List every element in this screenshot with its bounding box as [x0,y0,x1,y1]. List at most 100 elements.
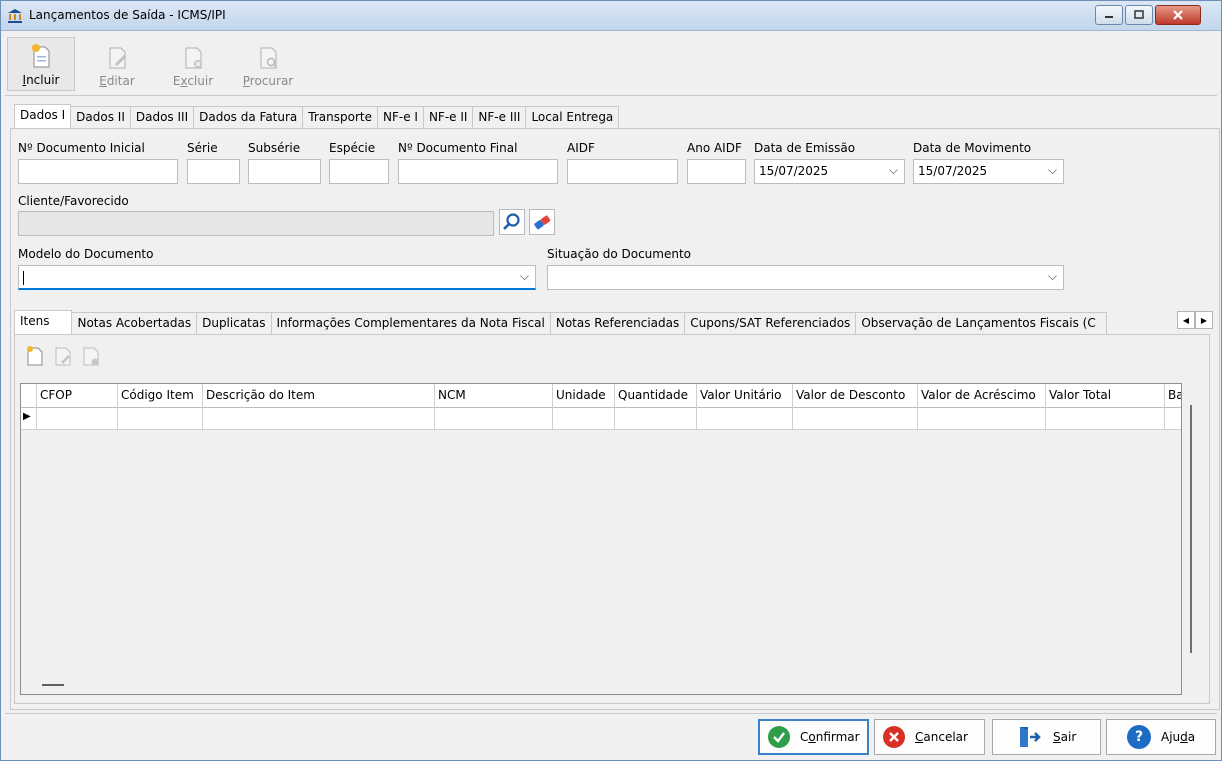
delete-item-icon[interactable] [81,345,101,367]
tab-nfe-iii[interactable]: NF-e III [472,106,527,128]
ajuda-button[interactable]: ? Ajuda [1106,719,1216,755]
incluir-button[interactable]: Incluir [7,37,75,91]
sair-button[interactable]: Sair [992,719,1101,755]
exit-door-icon [1017,725,1043,749]
cell-valor-desconto[interactable] [793,408,918,429]
col-unidade[interactable]: Unidade [553,384,615,408]
modelo-documento-select[interactable]: ⌵ [18,265,536,290]
toolbar: Incluir Editar Excluir Procurar [5,35,305,91]
excluir-label: Excluir [172,74,214,88]
tab-local-entrega[interactable]: Local Entrega [525,106,620,128]
cell-unidade[interactable] [553,408,615,429]
chevron-down-icon: ⌵ [888,163,898,177]
close-window-button[interactable] [1155,5,1201,25]
cell-cfop[interactable] [37,408,118,429]
itens-grid[interactable]: CFOP Código Item Descrição do Item NCM U… [20,383,1182,695]
modelo-label: Modelo do Documento [18,247,154,261]
minimize-button[interactable] [1095,5,1123,25]
tab-itens[interactable]: Itens [14,310,73,334]
tab-dados-ii[interactable]: Dados II [70,106,131,128]
situacao-documento-select[interactable]: ⌵ [547,265,1064,290]
serie-input[interactable] [187,159,240,184]
tab-scroll-arrows: ◀ ▶ [1177,311,1213,329]
cell-quantidade[interactable] [615,408,697,429]
cell-ncm[interactable] [435,408,553,429]
data-movimento-picker[interactable]: 15/07/2025 ⌵ [913,159,1064,184]
tab-cupons-sat[interactable]: Cupons/SAT Referenciados [684,312,857,334]
arrow-left-icon: ◀ [1182,315,1190,325]
tab-nfe-ii[interactable]: NF-e II [422,106,474,128]
window-title: Lançamentos de Saída - ICMS/IPI [29,8,226,22]
col-valor-total[interactable]: Valor Total [1046,384,1165,408]
maximize-icon [1134,10,1144,19]
new-document-icon [30,43,52,69]
help-icon: ? [1127,725,1151,749]
grid-horizontal-scrollbar[interactable] [42,684,64,686]
tab-scroll-left-button[interactable]: ◀ [1177,311,1195,329]
col-valor-desconto[interactable]: Valor de Desconto [793,384,918,408]
row-indicator: ▶ [21,408,37,429]
scrollbar-thumb[interactable] [1190,405,1192,653]
tab-transporte[interactable]: Transporte [302,106,378,128]
tab-notas-acobertadas[interactable]: Notas Acobertadas [71,312,198,334]
table-row[interactable]: ▶ [21,408,1181,430]
excluir-button[interactable]: Excluir [159,37,227,91]
subserie-input[interactable] [248,159,321,184]
cell-descricao-item[interactable] [203,408,435,429]
confirmar-button[interactable]: Confirmar [758,719,869,755]
cliente-input[interactable] [18,211,494,236]
search-cliente-button[interactable] [499,209,525,235]
minimize-icon [1105,16,1113,18]
edit-item-icon[interactable] [53,345,73,367]
procurar-button[interactable]: Procurar [234,37,302,91]
cancelar-button[interactable]: Cancelar [874,719,985,755]
aidf-input[interactable] [567,159,678,184]
cancelar-label: Cancelar [915,730,968,744]
clear-cliente-button[interactable] [529,209,555,235]
tab-duplicatas[interactable]: Duplicatas [196,312,272,334]
tab-nfe-i[interactable]: NF-e I [376,106,424,128]
divider [5,95,1217,96]
data-movimento-value: 15/07/2025 [918,164,988,178]
doc-final-input[interactable] [398,159,558,184]
data-emissao-value: 15/07/2025 [759,164,829,178]
text-cursor [23,271,24,285]
col-cfop[interactable]: CFOP [37,384,118,408]
tab-dados-fatura[interactable]: Dados da Fatura [193,106,304,128]
tab-observacao-lancamentos[interactable]: Observação de Lançamentos Fiscais (C [855,312,1108,334]
tab-notas-referenciadas[interactable]: Notas Referenciadas [549,312,686,334]
eraser-icon [534,215,551,230]
new-item-icon[interactable] [25,345,45,367]
cell-ba[interactable] [1165,408,1181,429]
cancel-icon [883,726,905,748]
editar-button[interactable]: Editar [83,37,151,91]
doc-inicial-input[interactable] [18,159,178,184]
col-quantidade[interactable]: Quantidade [615,384,697,408]
edit-document-icon [106,44,128,70]
col-ba[interactable]: Ba [1165,384,1181,408]
bank-icon [8,9,22,23]
itens-toolbar [23,343,113,369]
col-descricao-item[interactable]: Descrição do Item [203,384,435,408]
ajuda-label: Ajuda [1161,730,1196,744]
grid-vertical-scrollbar[interactable] [1181,405,1195,673]
data-movimento-label: Data de Movimento [913,141,1032,155]
col-valor-unitario[interactable]: Valor Unitário [697,384,793,408]
tab-dados-i[interactable]: Dados I [14,104,72,128]
cell-valor-total[interactable] [1046,408,1165,429]
col-ncm[interactable]: NCM [435,384,553,408]
cell-valor-unitario[interactable] [697,408,793,429]
ano-aidf-input[interactable] [687,159,746,184]
cell-codigo-item[interactable] [118,408,203,429]
data-emissao-picker[interactable]: 15/07/2025 ⌵ [754,159,905,184]
indicator-column-header [21,384,37,408]
col-valor-acrescimo[interactable]: Valor de Acréscimo [918,384,1046,408]
sair-label: Sair [1053,730,1077,744]
maximize-button[interactable] [1125,5,1153,25]
tab-informacoes-complementares[interactable]: Informações Complementares da Nota Fisca… [270,312,551,334]
cell-valor-acrescimo[interactable] [918,408,1046,429]
tab-dados-iii[interactable]: Dados III [129,106,195,128]
tab-scroll-right-button[interactable]: ▶ [1195,311,1213,329]
col-codigo-item[interactable]: Código Item [118,384,203,408]
especie-input[interactable] [329,159,389,184]
